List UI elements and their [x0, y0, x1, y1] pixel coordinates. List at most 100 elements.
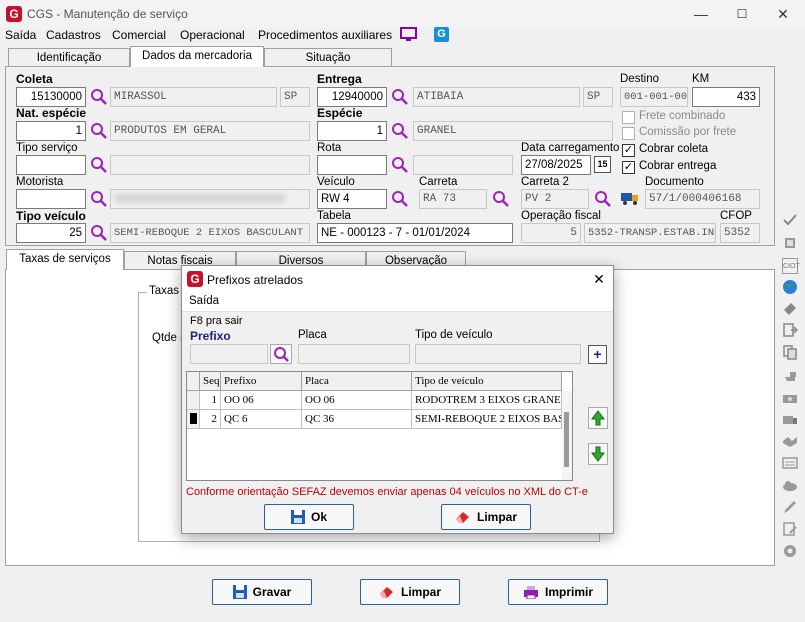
search-icon[interactable] [90, 156, 108, 174]
carreta2-field: PV 2 [521, 189, 589, 209]
tab-taxas-servicos[interactable]: Taxas de serviços [6, 249, 124, 270]
data-carregamento-input[interactable]: 27/08/2025 [521, 155, 591, 175]
frete-combinado-checkbox[interactable] [622, 111, 635, 124]
dialog-clear-button[interactable]: Limpar [441, 504, 531, 530]
search-icon[interactable] [90, 190, 108, 208]
coleta-code-input[interactable]: 15130000 [16, 87, 86, 107]
comissao-frete-label: Comissão por frete [639, 126, 737, 138]
veiculo-input[interactable]: RW 4 [317, 189, 387, 209]
move-up-button[interactable] [588, 407, 608, 429]
especie-code-input[interactable]: 1 [317, 121, 387, 141]
table-row-1-prefixo[interactable]: OO 06 [221, 391, 302, 410]
truck-side-icon[interactable] [782, 412, 798, 428]
list-truck-icon[interactable] [782, 455, 798, 471]
column-header-placa[interactable]: Placa [302, 372, 412, 391]
table-row-2-placa[interactable]: QC 36 [302, 410, 412, 429]
save-button[interactable]: Gravar [212, 579, 312, 605]
money-icon[interactable] [782, 390, 798, 406]
print-button[interactable]: Imprimir [508, 579, 608, 605]
comissao-frete-checkbox[interactable] [622, 127, 635, 140]
handshake-icon[interactable] [782, 433, 798, 449]
entrega-code-input[interactable]: 12940000 [317, 87, 387, 107]
dialog-menu-saida[interactable]: Saída [189, 295, 219, 307]
pen-icon[interactable] [782, 499, 798, 515]
add-button[interactable]: + [588, 345, 607, 364]
eraser-icon[interactable] [782, 300, 798, 316]
menu-operacional[interactable]: Operacional [180, 28, 245, 42]
rota-label: Rota [317, 142, 342, 154]
check-icon[interactable] [782, 212, 798, 228]
table-row-2-seq[interactable]: 2 [200, 410, 221, 429]
menu-cadastros[interactable]: Cadastros [46, 28, 101, 42]
tab-situacao[interactable]: Situação [264, 48, 392, 67]
grid-scrollbar-thumb[interactable] [564, 412, 569, 467]
tab-identificacao[interactable]: Identificação [8, 48, 130, 67]
filter-prefixo-input[interactable] [190, 344, 268, 364]
menu-comercial[interactable]: Comercial [112, 28, 166, 42]
search-icon[interactable] [391, 190, 409, 208]
coleta-uf-field: SP [280, 87, 310, 107]
search-icon[interactable] [492, 190, 510, 208]
g-app-icon[interactable]: G [434, 27, 449, 42]
menu-procedimentos[interactable]: Procedimentos auxiliares [258, 28, 392, 42]
column-header-prefixo[interactable]: Prefixo [221, 372, 302, 391]
ciot-icon[interactable]: CIOT [782, 258, 800, 274]
calendar-icon[interactable]: 15 [594, 156, 611, 173]
dialog-close-button[interactable]: ✕ [588, 268, 610, 290]
search-icon[interactable] [90, 88, 108, 106]
menu-saida[interactable]: Saída [5, 28, 36, 42]
search-icon[interactable] [391, 156, 409, 174]
title-bar: G CGS - Manutenção de serviço — ☐ ✕ [0, 0, 805, 28]
monitor-icon[interactable] [400, 27, 417, 43]
search-icon[interactable] [391, 88, 409, 106]
cobrar-coleta-checkbox[interactable]: ✓ [622, 144, 635, 157]
search-icon[interactable] [90, 122, 108, 140]
coleta-label: Coleta [16, 72, 53, 86]
hand-icon[interactable] [782, 368, 798, 384]
cloud-icon[interactable] [782, 477, 798, 493]
cfop-field: 5352 [720, 223, 760, 243]
nat-especie-code-input[interactable]: 1 [16, 121, 86, 141]
maximize-button[interactable]: ☐ [722, 0, 762, 28]
table-row-2-tipo[interactable]: SEMI-REBOQUE 2 EIXOS BAS [412, 410, 562, 429]
column-header-seq[interactable]: Seq [200, 372, 221, 391]
eraser-icon [379, 587, 393, 598]
table-row-1-seq[interactable]: 1 [200, 391, 221, 410]
tab-dados-mercadoria[interactable]: Dados da mercadoria [130, 46, 264, 67]
tipo-veiculo-desc-field: SEMI-REBOQUE 2 EIXOS BASCULANT [110, 223, 310, 243]
table-row-2-prefixo[interactable]: QC 6 [221, 410, 302, 429]
move-down-button[interactable] [588, 443, 608, 465]
km-input[interactable]: 433 [692, 87, 760, 107]
close-button[interactable]: ✕ [763, 0, 803, 28]
cobrar-entrega-checkbox[interactable]: ✓ [622, 161, 635, 174]
rota-code-input[interactable] [317, 155, 387, 175]
ok-button[interactable]: Ok [264, 504, 354, 530]
tools-icon[interactable] [782, 235, 798, 251]
operacao-fiscal-code-field: 5 [521, 223, 581, 243]
search-icon[interactable] [90, 224, 108, 242]
table-row-1-tipo[interactable]: RODOTREM 3 EIXOS GRANEL [412, 391, 562, 410]
tabela-input[interactable]: NE - 000123 - 7 - 01/01/2024 [317, 223, 513, 243]
truck-icon[interactable] [620, 190, 640, 206]
filter-placa-input[interactable] [298, 344, 410, 364]
arrow-down-icon [591, 446, 605, 462]
edit-doc-icon[interactable] [782, 521, 798, 537]
filter-tipo-input[interactable] [415, 344, 581, 364]
tipo-servico-code-input[interactable] [16, 155, 86, 175]
cobrar-entrega-label: Cobrar entrega [639, 160, 717, 172]
motorista-redacted [115, 195, 285, 202]
tipo-veiculo-code-input[interactable]: 25 [16, 223, 86, 243]
document-arrow-icon[interactable] [782, 322, 798, 338]
settings-icon[interactable] [782, 543, 798, 559]
minimize-button[interactable]: — [681, 0, 721, 28]
column-header-tipo[interactable]: Tipo de veículo [412, 372, 562, 391]
motorista-code-input[interactable] [16, 189, 86, 209]
tipo-veiculo-label: Tipo veículo [16, 209, 86, 223]
copy-icon[interactable] [782, 344, 798, 360]
search-icon[interactable] [391, 122, 409, 140]
search-icon[interactable] [594, 190, 612, 208]
filter-search-button[interactable] [270, 344, 292, 364]
table-row-1-placa[interactable]: OO 06 [302, 391, 412, 410]
globe-icon[interactable] [782, 279, 798, 295]
clear-button[interactable]: Limpar [360, 579, 460, 605]
